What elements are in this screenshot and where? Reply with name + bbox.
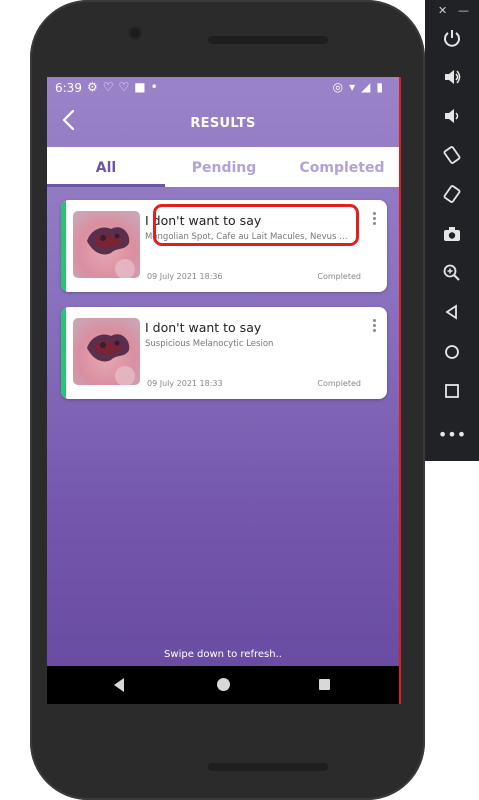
result-date: 09 July 2021 18:33 <box>147 379 223 388</box>
heart-outline-icon: ♡ <box>102 80 119 94</box>
active-tab-indicator <box>47 184 165 187</box>
back-icon[interactable] <box>437 302 467 332</box>
camera-icon[interactable] <box>437 224 467 254</box>
result-diagnosis: Suspicious Melanocytic Lesion <box>145 339 274 349</box>
home-circle-icon[interactable] <box>217 678 230 691</box>
lesion-thumbnail <box>73 318 140 385</box>
status-bar: 6:39 ⚙♡♡■• ◎▾◢▮ <box>47 77 399 99</box>
tab-all[interactable]: All <box>47 147 165 187</box>
result-status: Completed <box>317 272 361 281</box>
heart-outline-icon: ♡ <box>118 80 135 94</box>
minimize-icon[interactable]: — <box>458 4 469 17</box>
tab-pending[interactable]: Pending <box>165 147 283 187</box>
emulator-window-controls: ✕ — <box>425 4 479 20</box>
app-bar: RESULTS <box>47 99 399 147</box>
more-icon[interactable]: ••• <box>437 420 467 450</box>
back-triangle-icon[interactable] <box>114 678 124 692</box>
rotate-right-icon[interactable] <box>437 184 467 214</box>
status-system-icons: ◎▾◢▮ <box>333 80 389 94</box>
highlight-box <box>153 204 359 246</box>
recents-square-icon[interactable] <box>319 679 330 690</box>
dot-icon: • <box>150 80 163 94</box>
lesion-thumbnail <box>73 211 140 278</box>
more-options-icon[interactable] <box>371 212 377 230</box>
page-title: RESULTS <box>190 116 256 131</box>
status-notification-icons: ⚙♡♡■• <box>87 80 163 94</box>
overview-icon[interactable] <box>437 381 467 411</box>
status-accent-bar <box>61 200 66 292</box>
top-speaker <box>208 36 328 44</box>
volume-down-icon[interactable] <box>437 106 467 136</box>
result-date: 09 July 2021 18:36 <box>147 272 223 281</box>
square-icon: ■ <box>134 80 151 94</box>
status-accent-bar <box>61 307 66 399</box>
tab-completed[interactable]: Completed <box>283 147 399 187</box>
device-screen: 6:39 ⚙♡♡■• ◎▾◢▮ RESULTS All Pending Comp… <box>47 77 401 704</box>
emulator-toolbar: ✕ — ••• <box>425 0 479 461</box>
close-icon[interactable]: ✕ <box>438 4 447 17</box>
battery-icon: ▮ <box>376 80 389 94</box>
volume-up-icon[interactable] <box>437 67 467 97</box>
rotate-left-icon[interactable] <box>437 145 467 175</box>
power-icon[interactable] <box>437 28 467 58</box>
result-card[interactable]: I don't want to say Suspicious Melanocyt… <box>61 307 387 399</box>
refresh-hint: Swipe down to refresh.. <box>164 649 282 660</box>
system-nav-bar <box>47 666 399 704</box>
results-tabs: All Pending Completed <box>47 147 399 187</box>
zoom-icon[interactable] <box>437 263 467 293</box>
front-camera <box>130 28 140 38</box>
location-icon: ◎ <box>332 80 350 94</box>
result-status: Completed <box>317 379 361 388</box>
home-icon[interactable] <box>437 342 467 372</box>
bottom-speaker <box>208 763 328 771</box>
wifi-icon: ▾ <box>349 80 362 94</box>
status-time: 6:39 <box>55 81 82 95</box>
signal-icon: ◢ <box>361 80 377 94</box>
result-title: I don't want to say <box>145 320 262 335</box>
gear-icon: ⚙ <box>87 80 103 94</box>
more-options-icon[interactable] <box>371 319 377 337</box>
